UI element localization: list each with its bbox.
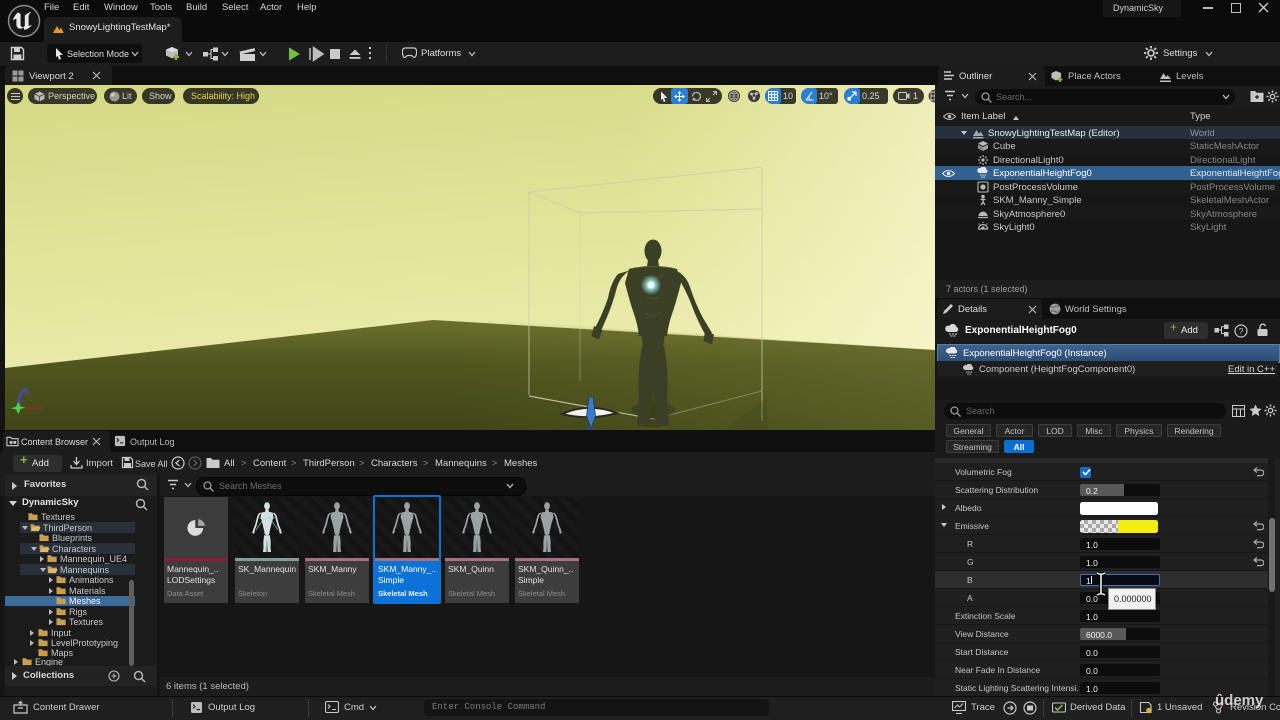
- svg-text:?: ?: [1239, 326, 1244, 336]
